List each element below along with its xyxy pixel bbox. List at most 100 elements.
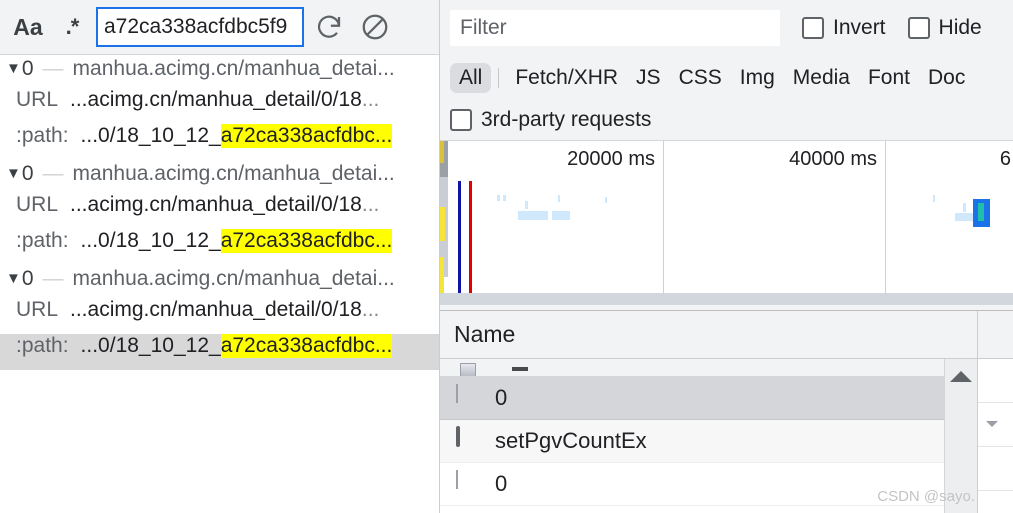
invert-checkbox[interactable] <box>802 17 824 39</box>
search-results-list[interactable]: ▼ 0 — manhua.acimg.cn/manhua_detai... UR… <box>0 55 439 513</box>
request-name: setPgvCountEx <box>495 428 647 453</box>
table-row[interactable]: 0 <box>440 377 1013 420</box>
result-row-label: URL <box>16 88 59 111</box>
overview-request-bar <box>518 211 548 220</box>
block-icon[interactable] <box>352 5 398 49</box>
type-filter-font[interactable]: Font <box>859 63 919 93</box>
result-row-label: :path: <box>16 124 69 147</box>
result-row-value: ...acimg.cn/manhua_detail/0/18 <box>70 88 362 111</box>
search-group-header[interactable]: ▼ 0 — manhua.acimg.cn/manhua_detai... <box>0 162 439 193</box>
overview-request-bar <box>552 211 570 220</box>
third-party-checkbox-group[interactable]: 3rd-party requests <box>450 108 651 132</box>
type-filter-img[interactable]: Img <box>731 63 784 93</box>
type-filter-fetch-xhr[interactable]: Fetch/XHR <box>506 63 627 93</box>
invert-checkbox-group[interactable]: Invert <box>802 16 886 40</box>
hide-checkbox[interactable] <box>907 17 930 39</box>
result-row-ellipsis: ... <box>374 334 393 358</box>
result-row-label: :path: <box>16 334 69 357</box>
result-row-highlight: a72ca338acfdbc <box>220 124 375 148</box>
requests-table-side-column-header <box>977 311 1013 358</box>
result-row-label: :path: <box>16 229 69 252</box>
filter-input[interactable] <box>450 10 780 46</box>
devtools-window: Aa .* ▼ <box>0 0 1013 513</box>
network-panel: Invert Hide All Fetch/XHR JS CSS Img Med… <box>440 0 1013 513</box>
result-row-value: ...acimg.cn/manhua_detail/0/18 <box>70 298 362 321</box>
hide-checkbox-group[interactable]: Hide <box>907 16 982 40</box>
network-overview-timeline[interactable]: 20000 ms 40000 ms 6 <box>440 140 1013 305</box>
result-row-label: URL <box>16 298 59 321</box>
request-name: 0 <box>495 471 508 496</box>
type-filter-js[interactable]: JS <box>627 63 670 93</box>
result-row-ellipsis: ... <box>361 193 380 216</box>
overview-request-bar <box>525 201 528 209</box>
result-row-ellipsis: ... <box>374 124 393 148</box>
third-party-checkbox[interactable] <box>450 109 472 131</box>
search-result-row[interactable]: :path: ...0/18_10_12_ a72ca338acfdbc... <box>0 229 439 265</box>
invert-label: Invert <box>833 16 886 39</box>
third-party-requests-row: 3rd-party requests <box>440 100 1013 140</box>
search-result-row[interactable]: URL ...acimg.cn/manhua_detail/0/18... <box>0 88 439 124</box>
overview-bottom-scrollbar[interactable] <box>440 293 1013 305</box>
column-header-name[interactable]: Name <box>440 321 515 348</box>
search-result-row-selected[interactable]: :path: ...0/18_10_12_ a72ca338acfdbc... <box>0 334 439 370</box>
hide-label: Hide <box>938 16 982 39</box>
table-row[interactable]: setPgvCountEx <box>440 420 1013 463</box>
search-group-dash: — <box>42 267 64 290</box>
search-input-wrapper[interactable] <box>96 7 304 47</box>
overview-gridline <box>663 141 664 299</box>
result-row-value: ...acimg.cn/manhua_detail/0/18 <box>70 193 362 216</box>
search-group-url: manhua.acimg.cn/manhua_detai... <box>72 267 395 290</box>
overview-request-bar <box>955 213 973 221</box>
third-party-label: 3rd-party requests <box>481 108 652 131</box>
collapse-triangle-icon[interactable]: ▼ <box>6 271 21 286</box>
requests-table: Name 0 setPgvCountEx 0 CSDN @sayo. <box>440 310 1013 513</box>
load-event-marker <box>469 181 472 293</box>
overview-request-bar <box>558 195 560 202</box>
type-separator <box>498 68 500 88</box>
network-filter-bar: Invert Hide <box>440 0 1013 56</box>
dom-content-loaded-marker <box>458 181 461 293</box>
search-result-row[interactable]: URL ...acimg.cn/manhua_detail/0/18... <box>0 193 439 229</box>
overview-request-bar <box>963 203 966 212</box>
result-row-label: URL <box>16 193 59 216</box>
overview-request-bar <box>503 195 506 201</box>
type-filter-doc[interactable]: Doc <box>919 63 974 93</box>
refresh-icon[interactable] <box>306 5 352 49</box>
overview-left-accent <box>440 207 445 241</box>
chevron-down-icon[interactable] <box>986 421 998 427</box>
search-input[interactable] <box>98 9 302 45</box>
match-case-button[interactable]: Aa <box>6 7 50 47</box>
side-cell <box>978 447 1013 491</box>
search-result-row[interactable]: :path: ...0/18_10_12_ a72ca338acfdbc... <box>0 124 439 160</box>
overview-request-bar-timing <box>978 203 984 221</box>
result-row-ellipsis: ... <box>361 88 380 111</box>
result-row-value: ...0/18_10_12_ <box>80 124 221 147</box>
type-filter-css[interactable]: CSS <box>670 63 731 93</box>
collapse-triangle-icon[interactable]: ▼ <box>6 61 21 76</box>
requests-table-body[interactable]: 0 setPgvCountEx 0 CSDN @sayo. <box>440 359 1013 513</box>
result-row-value: ...0/18_10_12_ <box>80 229 221 252</box>
search-group-header[interactable]: ▼ 0 — manhua.acimg.cn/manhua_detai... <box>0 57 439 88</box>
overview-request-bar <box>605 197 607 203</box>
search-result-group: ▼ 0 — manhua.acimg.cn/manhua_detai... UR… <box>0 265 439 370</box>
table-row-partial[interactable] <box>440 359 1013 377</box>
collapse-triangle-icon[interactable]: ▼ <box>6 166 21 181</box>
side-cell <box>978 359 1013 403</box>
search-group-count: 0 <box>21 162 34 185</box>
use-regex-button[interactable]: .* <box>50 7 94 47</box>
type-filter-media[interactable]: Media <box>784 63 859 93</box>
search-panel: Aa .* ▼ <box>0 0 440 513</box>
scroll-up-arrow-icon[interactable] <box>950 371 972 382</box>
search-group-count: 0 <box>21 267 34 290</box>
type-filter-all[interactable]: All <box>450 63 492 93</box>
overview-tick-20000: 20000 ms <box>567 148 655 170</box>
image-thumbnail-icon <box>456 383 479 412</box>
search-result-group: ▼ 0 — manhua.acimg.cn/manhua_detai... UR… <box>0 160 439 265</box>
search-result-row[interactable]: URL ...acimg.cn/manhua_detail/0/18... <box>0 298 439 334</box>
requests-table-side-column <box>977 359 1013 513</box>
search-group-header[interactable]: ▼ 0 — manhua.acimg.cn/manhua_detai... <box>0 267 439 298</box>
overview-tick-60000: 6 <box>999 148 1011 170</box>
search-result-group: ▼ 0 — manhua.acimg.cn/manhua_detai... UR… <box>0 55 439 160</box>
request-name: 0 <box>495 385 508 410</box>
result-row-highlight: a72ca338acfdbc <box>220 334 375 358</box>
